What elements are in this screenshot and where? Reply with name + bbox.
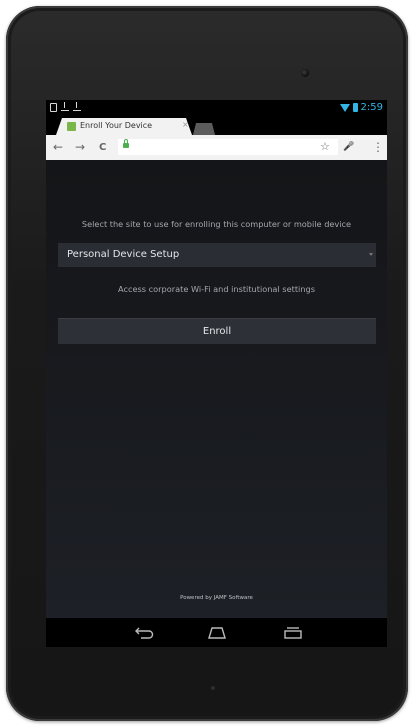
recent-apps-nav-icon[interactable]	[282, 626, 304, 639]
microphone-hole	[211, 686, 215, 690]
tab-title: Enroll Your Device	[80, 121, 153, 130]
reload-icon[interactable]: C	[99, 141, 106, 155]
screen: 2:59 Enroll Your Device × ← → C ☆ 🎤 ⋮ Se…	[46, 100, 387, 647]
site-prompt: Select the site to use for enrolling thi…	[81, 219, 352, 229]
url-bar[interactable]	[118, 139, 338, 155]
system-indicators: 2:59	[339, 102, 383, 113]
site-select[interactable]: Personal Device Setup	[58, 243, 376, 267]
powered-by-footer: Powered by JAMF Software	[180, 595, 253, 601]
forward-arrow-icon[interactable]: →	[75, 140, 85, 154]
wifi-icon	[339, 104, 350, 112]
bookmark-star-icon[interactable]: ☆	[320, 140, 330, 154]
download-notification-icon	[73, 102, 81, 112]
web-page: Select the site to use for enrolling thi…	[46, 160, 387, 618]
back-nav-icon[interactable]	[134, 626, 156, 639]
back-arrow-icon[interactable]: ←	[53, 140, 63, 154]
voice-search-icon[interactable]: 🎤	[343, 140, 354, 154]
status-bar: 2:59	[46, 100, 387, 117]
navigation-bar	[46, 618, 387, 647]
home-nav-icon[interactable]	[206, 626, 228, 639]
site-description: Access corporate Wi-Fi and institutional…	[118, 284, 315, 294]
browser-tab[interactable]: Enroll Your Device ×	[56, 118, 192, 135]
site-select-value: Personal Device Setup	[67, 249, 180, 260]
device-notification-icon	[50, 103, 57, 112]
browser-toolbar: ← → C ☆ 🎤 ⋮	[46, 135, 387, 161]
tab-close-icon[interactable]: ×	[182, 120, 189, 129]
tab-strip: Enroll Your Device ×	[46, 117, 387, 135]
enroll-button[interactable]: Enroll	[58, 318, 376, 344]
menu-icon[interactable]: ⋮	[372, 140, 384, 154]
favicon-icon	[67, 122, 76, 131]
status-clock: 2:59	[360, 102, 383, 113]
download-notification-icon	[61, 102, 69, 112]
front-camera	[301, 69, 309, 77]
notification-icons	[50, 102, 81, 112]
lock-icon	[123, 139, 129, 148]
new-tab-button[interactable]	[193, 123, 215, 135]
battery-icon	[352, 103, 358, 112]
dropdown-arrow-icon	[369, 253, 373, 256]
tablet-device: 2:59 Enroll Your Device × ← → C ☆ 🎤 ⋮ Se…	[6, 6, 408, 721]
